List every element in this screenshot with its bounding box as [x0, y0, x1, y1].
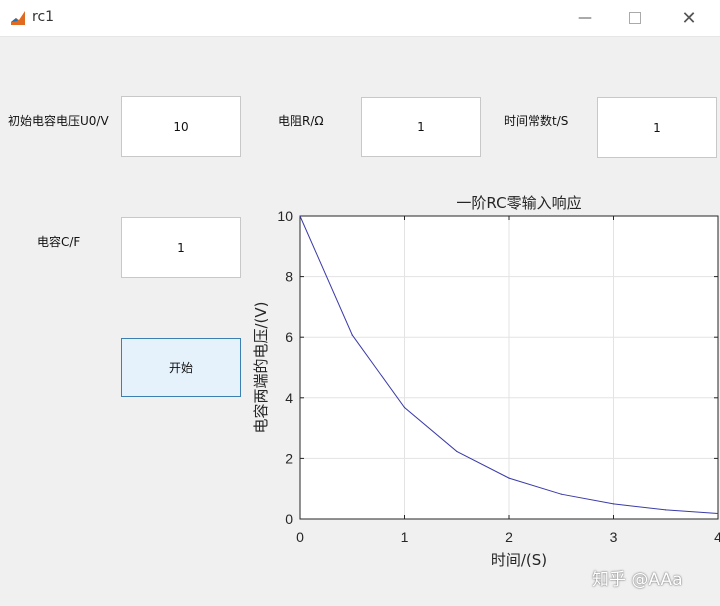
chart-title: 一阶RC零输入响应	[456, 194, 581, 212]
data-point	[456, 450, 458, 453]
x-tick-label: 3	[610, 529, 618, 545]
x-tick-label: 0	[296, 529, 304, 545]
response-chart: 0 1 2 3 4 0 2 4 6 8 10 一阶RC零输入响应时间/(S) 电容两端的电压/(V)	[252, 194, 720, 569]
y-tick-label: 6	[285, 329, 293, 345]
data-point	[665, 509, 667, 511]
y-tick-label: 10	[277, 208, 293, 224]
y-tick-label: 8	[285, 269, 293, 285]
data-point	[717, 512, 719, 515]
x-tick-label: 1	[401, 529, 409, 545]
y-tick-label: 0	[285, 511, 293, 527]
watermark: 知乎 @AAa	[592, 570, 683, 590]
data-point	[508, 477, 510, 479]
x-tick-label: 4	[714, 529, 720, 545]
x-axis-label: 时间/(S)	[491, 551, 547, 569]
y-axis-label: 电容两端的电压/(V)	[252, 301, 270, 433]
data-point	[299, 215, 301, 217]
y-tick-label: 4	[285, 390, 293, 406]
data-point	[612, 503, 615, 505]
data-point	[560, 493, 562, 495]
data-point	[351, 334, 353, 336]
y-tick-label: 2	[285, 450, 293, 466]
x-tick-label: 2	[505, 529, 513, 545]
data-point	[403, 406, 406, 409]
